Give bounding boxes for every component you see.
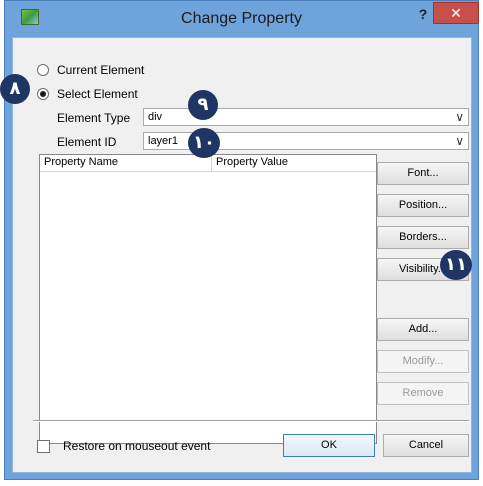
annotation-badge-11: ۱۱ (440, 250, 472, 280)
annotation-badge-9: ۹ (188, 90, 218, 120)
annotation-badge-8: ۸ (0, 74, 30, 104)
chevron-down-icon[interactable]: ∨ (455, 110, 464, 124)
position-button[interactable]: Position... (377, 194, 469, 217)
restore-on-mouseout-checkbox[interactable] (37, 440, 50, 453)
help-button[interactable]: ? (415, 6, 431, 24)
separator (33, 420, 469, 422)
add-button[interactable]: Add... (377, 318, 469, 341)
title-bar[interactable]: Change Property ? ✕ (5, 1, 479, 37)
column-property-value[interactable]: Property Value (212, 155, 378, 171)
current-element-radio[interactable] (37, 64, 49, 76)
select-element-radio[interactable] (37, 88, 49, 100)
element-id-label: Element ID (57, 135, 117, 149)
dialog-client-area: Current Element Select Element Element T… (12, 37, 472, 473)
property-list-header: Property Name Property Value (40, 155, 376, 172)
remove-button[interactable]: Remove (377, 382, 469, 405)
borders-button[interactable]: Borders... (377, 226, 469, 249)
select-element-label[interactable]: Select Element (57, 87, 138, 101)
modify-button[interactable]: Modify... (377, 350, 469, 373)
window-title: Change Property (181, 10, 302, 27)
element-type-label: Element Type (57, 111, 131, 125)
restore-on-mouseout-label[interactable]: Restore on mouseout event (63, 439, 210, 453)
current-element-label[interactable]: Current Element (57, 63, 144, 77)
element-type-value: div (148, 111, 163, 123)
chevron-down-icon[interactable]: ∨ (455, 134, 464, 148)
close-button[interactable]: ✕ (433, 2, 479, 24)
window-frame: Change Property ? ✕ Current Element Sele… (4, 0, 479, 480)
dialog-window: Change Property ? ✕ Current Element Sele… (0, 0, 483, 486)
annotation-badge-10: ۱۰ (188, 128, 220, 158)
radio-selected-dot (40, 91, 46, 97)
font-button[interactable]: Font... (377, 162, 469, 185)
property-list[interactable]: Property Name Property Value (39, 154, 377, 444)
cancel-button[interactable]: Cancel (383, 434, 469, 457)
ok-button[interactable]: OK (283, 434, 375, 457)
column-property-name[interactable]: Property Name (40, 155, 212, 171)
element-id-value: layer1 (148, 135, 178, 147)
